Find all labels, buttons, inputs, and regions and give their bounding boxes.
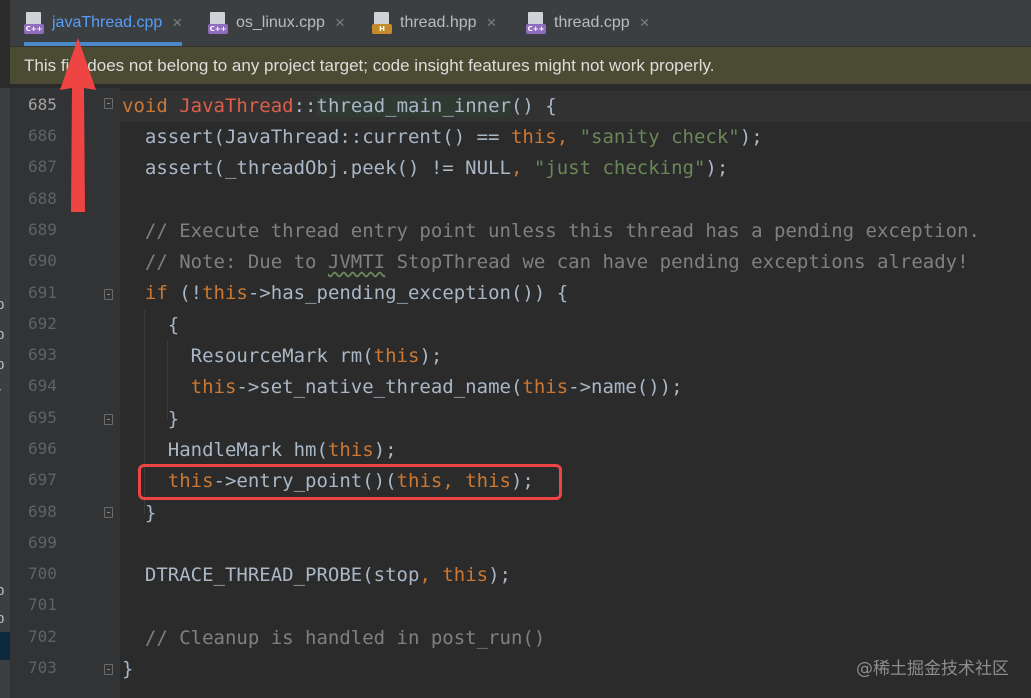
line-number: 701 xyxy=(28,595,57,614)
line-number: 700 xyxy=(28,564,57,583)
code-line-691: if (!this->has_pending_exception()) { xyxy=(144,282,569,304)
cpp-file-icon: C++ xyxy=(208,12,228,34)
code-line-695: } xyxy=(167,408,180,430)
line-number: 698 xyxy=(28,502,57,521)
line-number: 692 xyxy=(28,314,57,333)
watermark: @稀土掘金技术社区 xyxy=(856,659,1009,679)
close-icon[interactable]: × xyxy=(640,13,650,33)
project-item-fragment: p xyxy=(0,582,5,599)
project-panel-edge[interactable]: p p p r p p xyxy=(0,88,10,698)
tab-label: thread.cpp xyxy=(554,14,630,31)
fold-icon[interactable] xyxy=(104,289,113,300)
fold-icon[interactable] xyxy=(104,507,113,518)
fold-icon[interactable] xyxy=(104,414,113,425)
project-item-fragment: p xyxy=(0,356,5,373)
code-line-687: assert(_threadObj.peek() != NULL, "just … xyxy=(144,157,729,179)
editor-tab-bar: C++ javaThread.cpp × C++ os_linux.cpp × … xyxy=(10,0,1031,47)
code-line-703: } xyxy=(122,658,134,680)
code-line-692: { xyxy=(167,314,180,336)
project-item-fragment: p xyxy=(0,610,5,627)
code-line-686: assert(JavaThread::current() == this, "s… xyxy=(144,126,763,148)
project-item-fragment: p xyxy=(0,296,5,313)
line-number: 694 xyxy=(28,376,57,395)
code-line-702: // Cleanup is handled in post_run() xyxy=(144,627,546,649)
project-selected-row xyxy=(0,632,10,660)
line-number: 699 xyxy=(28,533,57,552)
code-line-690: // Note: Due to JVMTI StopThread we can … xyxy=(144,251,969,273)
line-number: 696 xyxy=(28,439,57,458)
line-number: 693 xyxy=(28,345,57,364)
close-icon[interactable]: × xyxy=(172,13,182,33)
tab-thread-cpp[interactable]: C++ thread.cpp × xyxy=(526,0,650,46)
annotation-highlight-box xyxy=(138,464,562,500)
tab-os-linux-cpp[interactable]: C++ os_linux.cpp × xyxy=(208,0,345,46)
line-number: 702 xyxy=(28,627,57,646)
annotation-arrow-icon xyxy=(60,38,96,212)
tab-label: os_linux.cpp xyxy=(236,14,325,31)
code-line-685: void JavaThread::thread_main_inner() { xyxy=(122,95,557,117)
project-item-fragment: p xyxy=(0,326,5,343)
line-number: 695 xyxy=(28,408,57,427)
line-number: 697 xyxy=(28,470,57,489)
fold-icon[interactable] xyxy=(104,98,113,109)
code-line-696: HandleMark hm(this); xyxy=(167,439,397,461)
tab-label: javaThread.cpp xyxy=(52,14,163,31)
code-line-694: this->set_native_thread_name(this->name(… xyxy=(190,376,683,398)
line-number: 690 xyxy=(28,251,57,270)
project-warning-banner: This file does not belong to any project… xyxy=(10,47,1031,84)
code-line-698: } xyxy=(144,502,157,524)
line-number: 691 xyxy=(28,283,57,302)
close-icon[interactable]: × xyxy=(487,13,497,33)
tab-label: thread.hpp xyxy=(400,14,477,31)
close-icon[interactable]: × xyxy=(335,13,345,33)
project-item-fragment: r xyxy=(0,384,1,401)
cpp-file-icon: C++ xyxy=(24,12,44,34)
tab-thread-hpp[interactable]: H thread.hpp × xyxy=(372,0,496,46)
fold-icon[interactable] xyxy=(104,664,113,675)
line-number: 703 xyxy=(28,658,57,677)
header-file-icon: H xyxy=(372,12,392,34)
line-number: 689 xyxy=(28,220,57,239)
code-line-693: ResourceMark rm(this); xyxy=(190,345,443,367)
code-line-689: // Execute thread entry point unless thi… xyxy=(144,220,980,242)
tab-javathread-cpp[interactable]: C++ javaThread.cpp × xyxy=(24,0,183,46)
cpp-file-icon: C++ xyxy=(526,12,546,34)
code-line-700: DTRACE_THREAD_PROBE(stop, this); xyxy=(144,564,511,586)
